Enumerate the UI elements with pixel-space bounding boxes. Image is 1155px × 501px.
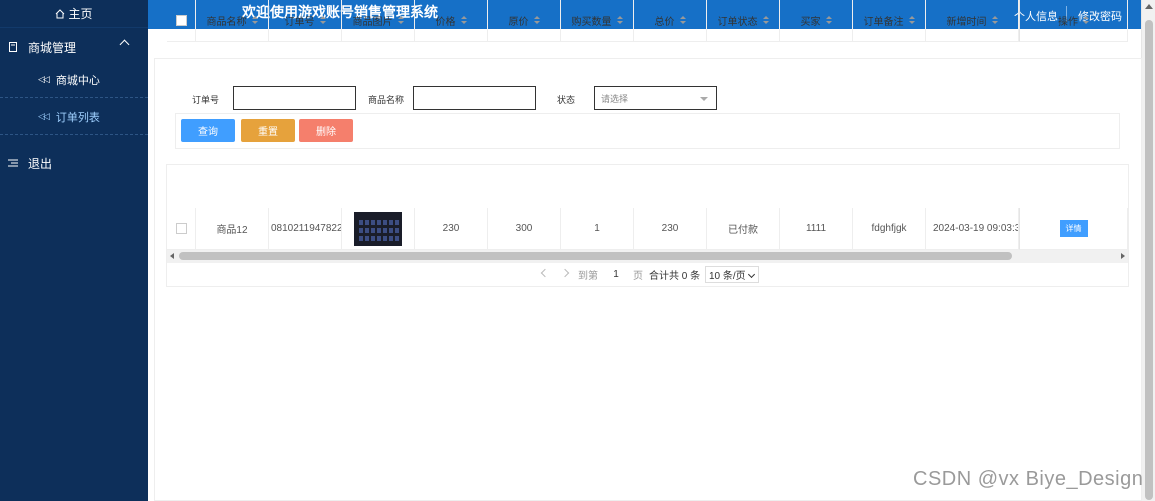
double-arrow-left-icon: ◁◁ [38,111,50,121]
sort-icon[interactable] [1083,16,1089,25]
horizontal-scrollbar[interactable] [167,250,1128,263]
sidebar: 主页 商城管理 ◁◁ 商城中心 ◁◁ 订单列表 退出 [0,0,148,501]
page-number-input[interactable]: 1 [603,265,629,283]
column-header[interactable]: 原价 [488,0,561,42]
goto-prefix: 到第 [578,270,598,282]
column-header-label: 商品图片 [352,17,393,28]
cell-original-price: 300 [488,208,561,250]
detail-button[interactable]: 详情 [1059,220,1088,237]
column-header-label: 订单号 [284,17,315,28]
cell-created-time: 2024-03-19 09:03:31 [926,208,1019,250]
column-header[interactable]: 购买数量 [561,0,634,42]
sort-icon[interactable] [762,16,769,25]
sidebar-item-label: 商城中心 [55,74,100,87]
column-header-label: 商品名称 [206,17,247,28]
goto-suffix: 页 [633,270,643,282]
sidebar-logout-label: 退出 [28,156,53,171]
column-header-label: 新增时间 [946,17,987,28]
column-header-label: 原价 [508,17,529,28]
column-header[interactable]: 商品名称 [196,0,269,42]
column-header[interactable]: 价格 [415,0,488,42]
page-size-select[interactable]: 10 条/页 [705,266,759,283]
sort-icon[interactable] [319,16,326,25]
vertical-scrollbar[interactable] [1141,0,1155,501]
column-header[interactable]: 订单备注 [853,0,926,42]
sort-icon[interactable] [397,16,404,25]
column-header[interactable]: 订单号 [269,0,342,42]
sort-icon[interactable] [251,16,258,25]
sort-icon[interactable] [908,16,915,25]
caret-down-icon [700,97,708,101]
sidebar-group-mall[interactable]: 商城管理 [0,29,148,65]
column-header[interactable]: 商品图片 [342,0,415,42]
scroll-right-icon[interactable] [1121,253,1125,259]
column-header[interactable]: 订单状态 [707,0,780,42]
chevron-up-icon [119,39,130,50]
status-select-placeholder: 请选择 [601,93,629,104]
page-size-value: 10 条/页 [709,271,746,282]
column-header-label: 买家 [800,17,821,28]
cell-total: 230 [634,208,707,250]
cell-quantity: 1 [561,208,634,250]
cell-order-no: 08102119478229 [269,208,342,250]
query-button[interactable]: 查询 [181,119,235,142]
product-thumbnail-image[interactable] [354,211,402,246]
sort-icon[interactable] [825,16,832,25]
column-header-label: 操作 [1058,17,1078,28]
column-header-label: 购买数量 [571,17,612,28]
scroll-left-icon[interactable] [170,253,174,259]
reset-button[interactable]: 重置 [241,119,295,142]
cell-product-name: 商品12 [196,208,269,250]
cell-product-image [342,208,415,250]
row-select-cell [167,208,196,250]
cell-status: 已付款 [707,208,780,250]
product-name-label: 商品名称 [368,95,405,105]
row-checkbox[interactable] [175,223,187,234]
sidebar-logout[interactable]: 退出 [0,146,148,180]
delete-button[interactable]: 删除 [299,119,353,142]
horizontal-scroll-thumb[interactable] [179,252,1012,260]
cell-note: fdghfjgk [853,208,926,250]
watermark: CSDN @vx Biye_Design [913,468,1144,490]
cell-price: 230 [415,208,488,250]
sort-icon[interactable] [679,16,686,25]
vertical-scroll-thumb[interactable] [1145,20,1153,500]
sort-icon[interactable] [616,16,623,25]
home-icon [56,8,65,18]
order-no-input[interactable] [233,86,356,110]
column-header[interactable]: 总价 [634,0,707,42]
sidebar-item-mall-center[interactable]: ◁◁ 商城中心 [0,62,148,98]
column-header-label: 价格 [435,17,456,28]
sort-icon[interactable] [460,16,467,25]
column-header-label: 订单状态 [717,17,758,28]
column-header-label: 订单备注 [863,17,904,28]
document-icon [9,42,17,52]
scroll-up-icon[interactable] [1145,4,1153,9]
sidebar-home-label: 主页 [68,7,93,21]
double-arrow-left-icon: ◁◁ [38,74,50,84]
order-no-label: 订单号 [192,95,220,105]
sidebar-item-label: 订单列表 [55,111,100,124]
column-header[interactable]: 新增时间 [926,0,1019,42]
sort-icon[interactable] [991,16,998,25]
sidebar-home-link[interactable]: 主页 [0,0,148,28]
select-all-checkbox[interactable] [175,15,187,26]
status-label: 状态 [557,95,576,105]
column-header-label: 总价 [654,17,675,28]
menu-icon [8,159,18,167]
status-select[interactable]: 请选择 [594,86,717,110]
column-header[interactable]: 操作 [1019,0,1128,42]
cell-buyer: 1111 [780,208,853,250]
total-count: 合计共 0 条 [649,270,701,282]
column-header[interactable]: 买家 [780,0,853,42]
sort-icon[interactable] [533,16,540,25]
select-all-header [167,0,196,42]
chevron-down-icon [747,270,756,279]
product-name-input[interactable] [413,86,536,110]
cell-actions: 详情 [1019,208,1128,250]
sidebar-group-label: 商城管理 [28,40,77,55]
sidebar-item-order-list[interactable]: ◁◁ 订单列表 [0,99,148,135]
